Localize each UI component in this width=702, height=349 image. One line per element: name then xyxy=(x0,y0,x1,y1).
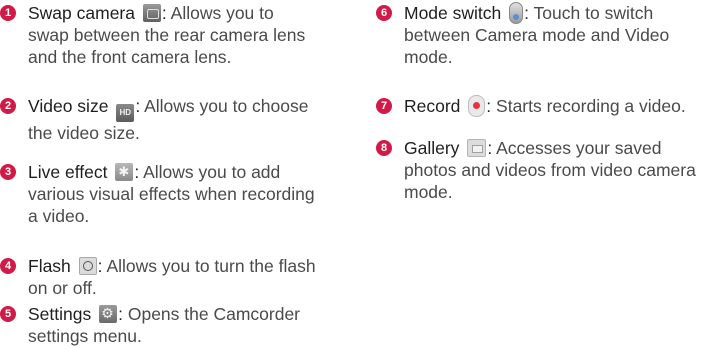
number-badge: 5 xyxy=(0,306,16,322)
number-badge: 2 xyxy=(0,98,16,114)
item-description-line: Allows you to choose xyxy=(140,96,309,116)
item-description-line: settings menu. xyxy=(28,326,142,346)
item-term: Flash xyxy=(28,256,71,276)
number-badge: 3 xyxy=(0,164,16,180)
item-description-line: on or off. xyxy=(28,278,97,298)
item-description-line: the video size. xyxy=(28,123,140,143)
item-description-line: Touch to switch xyxy=(529,3,654,23)
item-term: Gallery xyxy=(404,138,460,158)
item-settings: 5 Settings : Opens the Camcorder setting… xyxy=(0,303,388,347)
item-description-line: between Camera mode and Video xyxy=(404,25,670,45)
hd-video-size-icon: HD xyxy=(116,104,135,122)
flash-icon xyxy=(78,257,97,275)
item-video-size: 2 Video size HD: Allows you to choose th… xyxy=(0,95,388,144)
settings-gear-icon xyxy=(99,304,118,323)
number-badge: 1 xyxy=(0,5,16,21)
item-description-line: Allows you to turn the flash xyxy=(102,256,316,276)
item-description-line: various visual effects when recording xyxy=(28,184,315,204)
item-description-line: mode. xyxy=(404,182,453,202)
swap-camera-icon xyxy=(142,4,161,22)
item-description-line: mode. xyxy=(404,47,453,67)
item-live-effect: 3 Live effect : Allows you to add variou… xyxy=(0,161,388,227)
live-effect-icon xyxy=(115,163,134,181)
item-term: Live effect xyxy=(28,162,108,182)
item-term: Mode switch xyxy=(404,3,502,23)
item-description-line: photos and videos from video camera xyxy=(404,160,696,180)
item-description-line: and the front camera lens. xyxy=(28,47,232,67)
item-description-line: Allows you to xyxy=(166,3,274,23)
gallery-icon xyxy=(467,139,487,157)
item-description-line: Opens the Camcorder xyxy=(122,304,301,324)
number-badge: 6 xyxy=(376,5,392,21)
item-gallery: 8 Gallery : Accesses your saved photos a… xyxy=(376,137,702,203)
mode-switch-icon xyxy=(509,2,524,24)
number-badge: 7 xyxy=(376,98,392,114)
item-record: 7 Record : Starts recording a video. xyxy=(376,95,702,117)
number-badge: 4 xyxy=(0,258,16,274)
item-mode-switch: 6 Mode switch : Touch to switch between … xyxy=(376,2,702,68)
item-flash: 4 Flash : Allows you to turn the flash o… xyxy=(0,255,388,299)
item-term: Video size xyxy=(28,96,109,116)
record-icon xyxy=(468,95,486,117)
item-description-line: swap between the rear camera lens xyxy=(28,25,306,45)
camcorder-controls-page: 1 Swap camera : Allows you to swap betwe… xyxy=(0,0,702,349)
item-term: Settings xyxy=(28,304,92,324)
item-description-line: Allows you to add xyxy=(139,162,281,182)
item-term: Swap camera xyxy=(28,3,135,23)
item-swap-camera: 1 Swap camera : Allows you to swap betwe… xyxy=(0,2,388,68)
number-badge: 8 xyxy=(376,140,392,156)
item-term: Record xyxy=(404,96,461,116)
item-description-line: Starts recording a video. xyxy=(491,96,686,116)
item-description-line: Accesses your saved xyxy=(492,138,662,158)
item-description-line: a video. xyxy=(28,206,90,226)
